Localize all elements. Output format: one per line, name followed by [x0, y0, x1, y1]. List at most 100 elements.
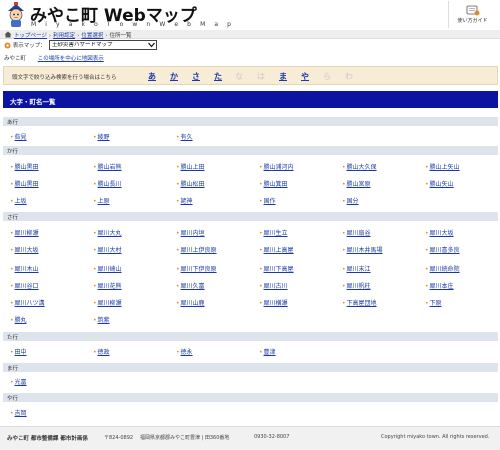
area-link[interactable]: 有久 — [181, 134, 193, 141]
area-link[interactable]: 勝山上矢山 — [430, 164, 460, 171]
area-link[interactable]: 国分 — [347, 198, 359, 205]
bullet-icon: • — [10, 230, 14, 237]
area-link[interactable]: 勝山矢山 — [430, 181, 454, 188]
area-link[interactable]: 豊津 — [264, 349, 276, 356]
area-link[interactable]: 犀川木井馬場 — [347, 247, 383, 254]
bullet-icon: • — [259, 164, 263, 171]
area-link[interactable]: 勝丸 — [15, 317, 27, 324]
usage-guide-button[interactable]: 使い方ガイド — [448, 1, 496, 28]
section-head-label: あ行 — [7, 120, 19, 126]
list-item: •光冨 — [10, 377, 27, 386]
area-link[interactable]: 勝山箕田 — [264, 181, 288, 188]
area-link[interactable]: 田中 — [15, 349, 27, 356]
area-link[interactable]: 吉岡 — [15, 410, 27, 417]
home-icon — [4, 31, 12, 38]
kana-filter-ma[interactable]: ま — [279, 71, 287, 82]
area-link[interactable]: 犀川扇谷 — [347, 230, 371, 237]
bullet-icon: • — [342, 283, 346, 290]
area-link[interactable]: 犀川山鹿 — [181, 300, 205, 307]
bullet-icon: • — [176, 230, 180, 237]
area-link[interactable]: 犀川喜多良 — [430, 247, 460, 254]
area-link[interactable]: 犀川木山 — [15, 266, 39, 273]
area-link[interactable]: 犀川上伊良原 — [181, 247, 217, 254]
center-map-link[interactable]: この場所を中心に地図表示 — [38, 56, 104, 62]
list-item: •有久 — [176, 132, 193, 141]
area-link[interactable]: 犀川上高屋 — [264, 247, 294, 254]
area-link[interactable]: 下高屋団地 — [347, 300, 377, 307]
section-head-label: や行 — [7, 396, 19, 402]
list-item: •勝山箕田 — [259, 179, 288, 188]
list-item: •犀川山鹿 — [176, 298, 205, 307]
area-link[interactable]: 姥神 — [181, 198, 193, 205]
list-item: •勝山上田 — [176, 162, 205, 171]
kana-filter-ta[interactable]: た — [214, 71, 222, 82]
area-link[interactable]: 勝山岩熊 — [98, 164, 122, 171]
area-link[interactable]: 犀川八ツ溝 — [15, 300, 45, 307]
bullet-icon: • — [10, 379, 14, 386]
area-link[interactable]: 犀川柳瀬 — [15, 230, 39, 237]
area-link[interactable]: 筑紫 — [98, 317, 110, 324]
area-link[interactable]: 犀川内垣 — [181, 230, 205, 237]
kana-filter-a[interactable]: あ — [148, 71, 156, 82]
area-link[interactable]: 犀川古川 — [264, 283, 288, 290]
area-link[interactable]: 犀川柳瀬 — [98, 300, 122, 307]
kana-filter-ka[interactable]: か — [170, 71, 178, 82]
breadcrumb-link-terms[interactable]: 利用認定 — [53, 33, 75, 39]
area-link[interactable]: 徳政 — [98, 349, 110, 356]
area-link[interactable]: 犀川続命院 — [430, 266, 460, 273]
area-link[interactable]: 犀川大村 — [98, 247, 122, 254]
area-link[interactable]: 犀川横瀬 — [264, 300, 288, 307]
kana-filter-sa[interactable]: さ — [192, 71, 200, 82]
list-item: •豊津 — [259, 347, 276, 356]
area-link[interactable]: 犀川末江 — [347, 266, 371, 273]
area-link[interactable]: 上原 — [98, 198, 110, 205]
list-item: •勝山黒田 — [10, 179, 39, 188]
breadcrumb-link-top[interactable]: トップページ — [14, 33, 47, 39]
area-link[interactable]: 犀川大坂 — [430, 230, 454, 237]
area-link[interactable]: 犀川谷口 — [15, 283, 39, 290]
area-link[interactable]: 犀川下高屋 — [264, 266, 294, 273]
area-link[interactable]: 勝山宮原 — [347, 181, 371, 188]
area-link[interactable]: 勝山大久保 — [347, 164, 377, 171]
footer-copyright: Copyright miyako town. All rights reserv… — [381, 434, 490, 440]
area-link[interactable]: 国作 — [264, 198, 276, 205]
bullet-icon: • — [10, 300, 14, 307]
list-item: •犀川花熊 — [93, 281, 122, 290]
map-select-dropdown[interactable]: 土砂災害ハザードマップ — [49, 40, 157, 50]
breadcrumb-link-position[interactable]: 位置選択 — [81, 33, 103, 39]
area-link[interactable]: 勝山上田 — [181, 164, 205, 171]
area-link[interactable]: 犀川久富 — [181, 283, 205, 290]
list-item: •犀川崎山 — [93, 264, 122, 273]
bullet-icon: • — [425, 247, 429, 254]
area-link[interactable]: 勝山黒田 — [15, 181, 39, 188]
area-link[interactable]: 勝山長川 — [98, 181, 122, 188]
area-link[interactable]: 勝山松田 — [181, 181, 205, 188]
list-item: •犀川喜多良 — [425, 245, 460, 254]
area-link[interactable]: 勝山浦河内 — [264, 164, 294, 171]
area-link[interactable]: 犀川大丸 — [98, 230, 122, 237]
list-item: •犀川上高屋 — [259, 245, 294, 254]
area-link[interactable]: 犀川本庄 — [430, 283, 454, 290]
area-link[interactable]: 光冨 — [15, 379, 27, 386]
area-link[interactable]: 犀川大坂 — [15, 247, 39, 254]
bullet-icon: • — [176, 164, 180, 171]
area-link[interactable]: 犀川崎山 — [98, 266, 122, 273]
bullet-icon: • — [342, 181, 346, 188]
kana-filter-ya[interactable]: や — [301, 71, 309, 82]
area-link[interactable]: 犀川花熊 — [98, 283, 122, 290]
list-item: •勝山岩熊 — [93, 162, 122, 171]
area-link[interactable]: 上坂 — [15, 198, 27, 205]
area-link[interactable]: 勝山黒田 — [15, 164, 39, 171]
area-link[interactable]: 下原 — [430, 300, 442, 307]
area-link[interactable]: 呰見 — [15, 134, 27, 141]
section-head-label: ま行 — [7, 366, 19, 372]
section-head-a: あ行 — [3, 117, 498, 126]
map-icon — [4, 42, 11, 49]
area-link[interactable]: 徳永 — [181, 349, 193, 356]
area-link[interactable]: 犀川下伊良原 — [181, 266, 217, 273]
area-link[interactable]: 犀川生立 — [264, 230, 288, 237]
area-link[interactable]: 綾野 — [98, 134, 110, 141]
bullet-icon: • — [342, 230, 346, 237]
area-link[interactable]: 犀川帆柱 — [347, 283, 371, 290]
list-item: •勝山矢山 — [425, 179, 454, 188]
